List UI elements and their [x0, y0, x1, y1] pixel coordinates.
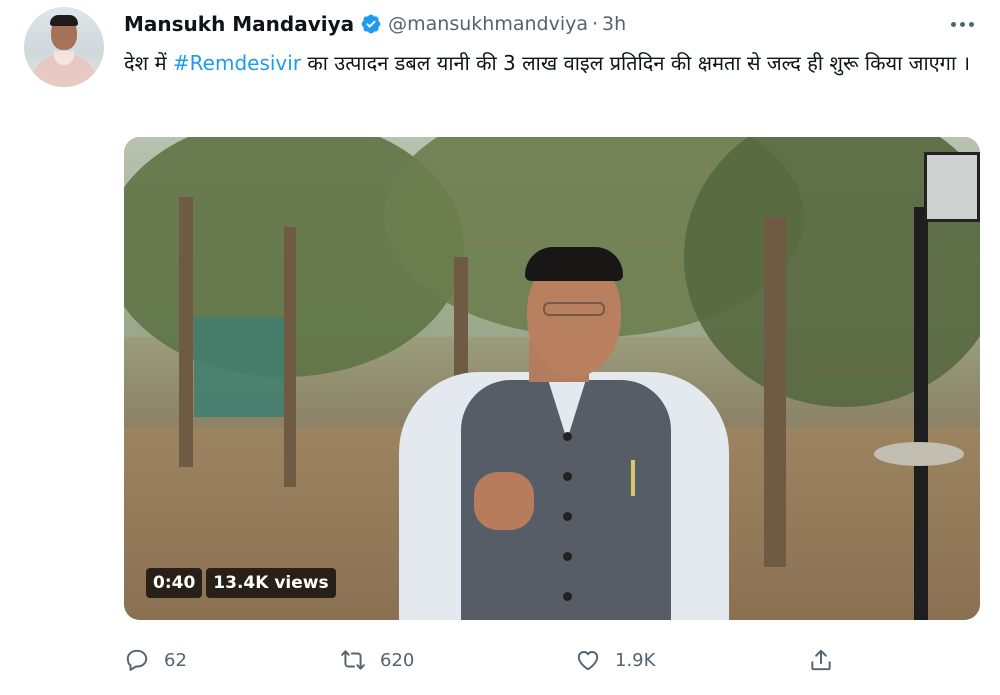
share-button[interactable] [808, 640, 834, 680]
share-icon [811, 649, 831, 671]
like-icon [577, 651, 599, 671]
tweet-timestamp[interactable]: 3h [602, 13, 626, 35]
like-count: 1.9K [615, 649, 656, 671]
tweet-header: Mansukh Mandaviya @mansukhmandviya · 3h [124, 9, 626, 39]
video-info-overlay: 0:40 13.4K views [146, 568, 336, 598]
tweet-actions-bar: 62 620 1.9K [120, 640, 860, 680]
author-handle[interactable]: @mansukhmandviya [388, 13, 588, 35]
retweet-icon [341, 650, 365, 670]
reply-button[interactable]: 62 [124, 640, 187, 680]
like-button[interactable]: 1.9K [575, 640, 655, 680]
reply-icon [126, 649, 148, 671]
more-options-icon[interactable] [948, 16, 976, 32]
video-views: 13.4K views [206, 568, 336, 598]
tweet-text-before: देश में [124, 51, 173, 75]
tweet-text-after: का उत्पादन डबल यानी की 3 लाख वाइल प्रतिद… [301, 51, 971, 75]
reply-count: 62 [164, 649, 187, 671]
avatar[interactable] [24, 7, 104, 87]
video-player[interactable] [124, 137, 980, 620]
video-duration: 0:40 [146, 568, 203, 598]
hashtag-link[interactable]: #Remdesivir [173, 51, 301, 75]
separator-dot: · [592, 13, 599, 35]
verified-badge-icon [360, 13, 382, 35]
retweet-button[interactable]: 620 [340, 640, 414, 680]
retweet-count: 620 [380, 649, 415, 671]
video-frame-person [399, 202, 729, 620]
author-name[interactable]: Mansukh Mandaviya [124, 12, 354, 36]
tweet-text: देश में #Remdesivir का उत्पादन डबल यानी … [124, 45, 974, 81]
